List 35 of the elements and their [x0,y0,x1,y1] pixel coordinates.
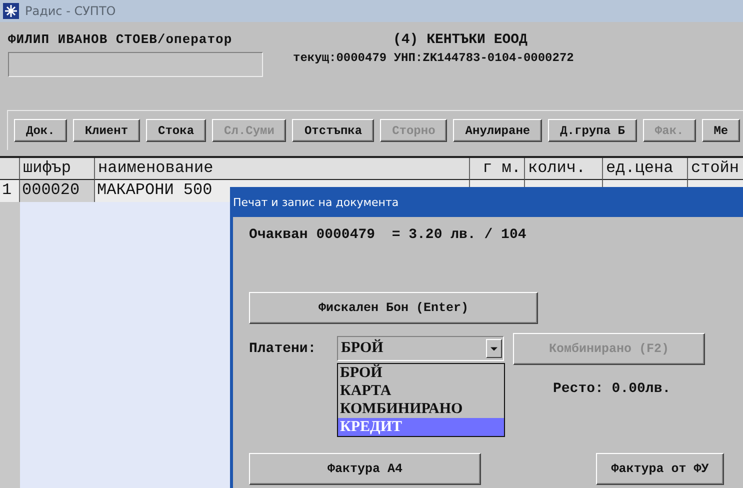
invoice-button[interactable]: Фактура А4 [249,453,481,485]
dropdown-option[interactable]: КАРТА [338,382,504,400]
document-info: текущ:0000479 УНП:ZK144783-0104-0000272 [292,51,574,65]
toolbar-button[interactable]: Док. [14,119,67,142]
column-header: г м. [470,158,525,180]
column-header: шифър [20,158,95,180]
column-header: ед.цена [603,158,688,180]
expected-amount: Очакван 0000479 = 3.20 лв. / 104 [249,227,526,243]
app-icon [3,3,19,19]
company-name: (4) КЕНТЪКИ ЕООД [392,32,528,48]
dropdown-option[interactable]: БРОЙ [338,364,504,382]
column-header: наименование [95,158,470,180]
toolbar-button[interactable]: Анулиране [453,119,542,142]
header-cell [0,158,20,180]
column-header: колич. [525,158,603,180]
fiscal-receipt-button[interactable]: Фискален Бон (Enter) [249,292,538,324]
row-number: 1 [0,180,20,202]
input-field[interactable] [8,52,263,77]
dialog-title: Печат и запис на документа [230,187,743,217]
toolbar-button[interactable]: Стока [146,119,206,142]
window-title: Радис - СУПТО [25,4,116,18]
caret-icon [486,339,502,358]
column-header: стойн [688,158,743,180]
dropdown-option[interactable]: КРЕДИТ [338,418,504,436]
payment-select[interactable]: БРОЙ [337,336,504,361]
dropdown-option[interactable]: КОМБИНИРАНО [338,400,504,418]
invoice-button[interactable]: Фактура от ФУ [596,453,724,485]
table-cell: 000020 [20,180,95,202]
operator-name: ФИЛИП ИВАНОВ СТОЕВ/оператор [8,32,234,47]
change-amount: Ресто: 0.00лв. [553,381,671,397]
toolbar-button[interactable]: Отстъпка [292,119,374,142]
toolbar-button[interactable]: Д.група Б [548,119,637,142]
toolbar-button[interactable]: Клиент [72,119,140,142]
toolbar-button[interactable]: Ме [702,119,740,142]
paid-label: Платени: [249,340,318,356]
